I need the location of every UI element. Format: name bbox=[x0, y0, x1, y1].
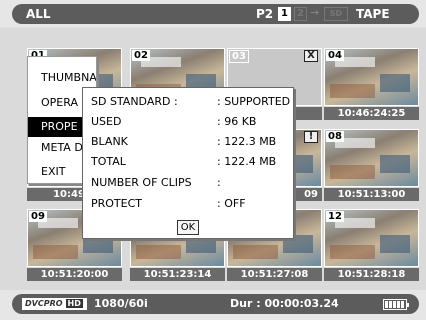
ok-button[interactable]: OK bbox=[177, 220, 199, 235]
video-format: 1080/60i bbox=[94, 297, 148, 310]
clip-timecode: 10:51:23:14 bbox=[130, 268, 225, 281]
clip-number: 03 bbox=[229, 50, 249, 63]
sd-properties-dialog: SD STANDARD : : SUPPORTED USED : 96 KB B… bbox=[82, 87, 294, 239]
source-p2-label: P2 bbox=[256, 7, 274, 21]
property-value: : 96 KB bbox=[217, 115, 257, 128]
property-label: TOTAL bbox=[91, 155, 126, 168]
card-slot-2[interactable]: 2 bbox=[294, 7, 307, 21]
property-label: USED bbox=[91, 115, 122, 128]
clip-timecode: 10:51:28:18 bbox=[324, 268, 419, 281]
mode-indicator: ALL bbox=[12, 4, 248, 24]
property-label: BLANK bbox=[91, 135, 128, 148]
status-bar-inner: DVCPRO HD 1080/60i Dur : 00:00:03.24 bbox=[12, 294, 419, 314]
source-selector: P2 1 2 → SD TAPE bbox=[248, 4, 419, 24]
property-row: USED : 96 KB bbox=[91, 113, 291, 131]
status-bar: DVCPRO HD 1080/60i Dur : 00:00:03.24 bbox=[0, 290, 426, 320]
property-row: NUMBER OF CLIPS : bbox=[91, 174, 291, 192]
card-slot-1[interactable]: 1 bbox=[278, 7, 291, 21]
missing-clip-icon: X bbox=[304, 50, 318, 62]
clip-number: 12 bbox=[326, 211, 344, 222]
clip-thumbnail[interactable]: 04 bbox=[324, 48, 419, 106]
clip-duration: Dur : 00:00:03.24 bbox=[230, 297, 339, 310]
top-bar: ALL P2 1 2 → SD TAPE bbox=[0, 0, 426, 27]
property-row: TOTAL : 122.4 MB bbox=[91, 153, 291, 171]
battery-icon bbox=[383, 299, 409, 310]
property-value: : bbox=[217, 176, 221, 189]
clip-timecode: 10:51:20:00 bbox=[27, 268, 122, 281]
codec-hd-label: HD bbox=[64, 298, 84, 309]
property-label: NUMBER OF CLIPS bbox=[91, 176, 192, 189]
clip-timecode: 10:46:24:25 bbox=[324, 107, 419, 120]
sd-card-slot[interactable]: SD bbox=[324, 7, 348, 21]
codec-label: DVCPRO bbox=[25, 299, 63, 308]
property-value: : SUPPORTED bbox=[217, 95, 291, 108]
property-label: PROTECT bbox=[91, 197, 143, 210]
property-label: SD STANDARD : bbox=[91, 95, 178, 108]
property-value: : OFF bbox=[217, 197, 246, 210]
property-value: : 122.4 MB bbox=[217, 155, 277, 168]
property-row: BLANK : 122.3 MB bbox=[91, 133, 291, 151]
codec-badge: DVCPRO HD bbox=[22, 298, 87, 310]
clip-thumbnail[interactable]: 12 bbox=[324, 209, 419, 267]
menu-item-thumbnail[interactable]: THUMBNAIL bbox=[28, 68, 96, 88]
clip-timecode: 10:51:13:00 bbox=[324, 188, 419, 201]
clip-number: 04 bbox=[326, 50, 344, 61]
clip-number: 09 bbox=[29, 211, 47, 222]
battery-level bbox=[385, 301, 405, 308]
clip-number: 08 bbox=[326, 131, 344, 142]
clip-thumbnail[interactable]: 08 bbox=[324, 129, 419, 187]
clip-timecode: 10:51:27:08 bbox=[227, 268, 322, 281]
arrow-right-icon: → bbox=[310, 6, 320, 19]
warning-icon: ! bbox=[304, 131, 318, 143]
property-row: PROTECT : OFF bbox=[91, 195, 291, 213]
clip-number: 02 bbox=[132, 50, 150, 61]
source-tape-label: TAPE bbox=[356, 7, 390, 21]
property-value: : 122.3 MB bbox=[217, 135, 277, 148]
property-row: SD STANDARD : : SUPPORTED bbox=[91, 93, 291, 111]
